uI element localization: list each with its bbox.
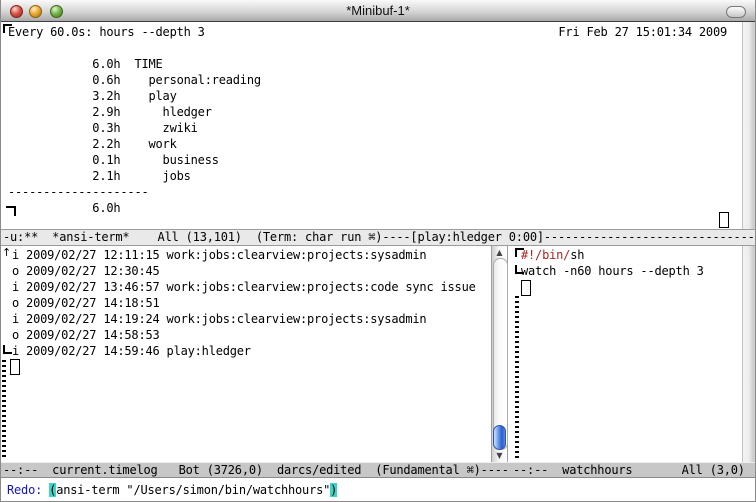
report-total-line: 6.0h [8, 201, 120, 215]
scrollbar-thumb[interactable] [493, 425, 506, 450]
script-scrollbar-track[interactable] [742, 246, 756, 462]
shebang-path: #!/bin/ [521, 248, 570, 262]
scroll-up-icon[interactable]: ▲ [492, 247, 507, 258]
scrollbar-track[interactable] [493, 258, 508, 450]
timelog-scrollbar[interactable]: ▲ ▼ [491, 246, 508, 462]
buffer-bottom-angle-icon [3, 345, 12, 354]
close-paren-highlight: ) [330, 483, 337, 497]
report-line: 0.3h zwiki [8, 121, 198, 135]
report-line: 0.1h business [8, 153, 219, 167]
report-line: 0.6h personal:reading [8, 73, 261, 87]
scroll-down-icon[interactable]: ▼ [492, 450, 507, 461]
timelog-entries: i 2009/02/27 12:11:15 work:jobs:clearvie… [12, 247, 476, 359]
buffer-continues-up-icon: ↑ [2, 247, 11, 259]
report-line: 2.1h jobs [8, 169, 191, 183]
emacs-frame: *Minibuf-1* Every 60.0s: hours --depth 3… [0, 0, 756, 502]
timelog-entry: o 2009/02/27 14:58:53 [12, 328, 160, 342]
shebang-interpreter: sh [570, 248, 584, 262]
report-separator-line: -------------------- [8, 185, 149, 199]
watch-header-date: Fri Feb 27 15:01:34 2009 [558, 24, 727, 40]
report-line: 2.2h work [8, 137, 177, 151]
timelog-entry: o 2009/02/27 12:30:45 [12, 264, 160, 278]
toolbar-toggle-icon[interactable] [726, 6, 746, 18]
ansi-term-pane[interactable]: Every 60.0s: hours --depth 3 Fri Feb 27 … [1, 22, 756, 229]
report-line: 2.9h hledger [8, 105, 212, 119]
minibuffer[interactable]: Redo: (ansi-term "/Users/simon/bin/watch… [1, 478, 756, 502]
script-cursor [521, 280, 531, 296]
timelog-pane[interactable]: ↑ i 2009/02/27 12:11:15 work:jobs:clearv… [1, 246, 491, 462]
hours-report: 6.0h TIME 0.6h personal:reading 3.2h pla… [8, 56, 261, 216]
empty-lines-indicator [2, 360, 6, 460]
timelog-cursor [10, 359, 20, 375]
terminal-cursor [719, 212, 729, 228]
modeline-watchhours[interactable]: --:-- watchhours All (3,0) [511, 462, 756, 478]
modeline-ansi-term[interactable]: -u:** *ansi-term* All (13,101) (Term: ch… [1, 229, 756, 246]
minibuffer-command: ansi-term "/Users/simon/bin/watchhours" [56, 483, 330, 497]
report-line: 3.2h play [8, 89, 177, 103]
timelog-entry: i 2009/02/27 13:46:57 work:jobs:clearvie… [12, 280, 476, 294]
window-title: *Minibuf-1* [1, 3, 755, 18]
script-pane[interactable]: #!/bin/sh watch -n60 hours --depth 3 [508, 246, 742, 462]
minibuffer-line: Redo: (ansi-term "/Users/simon/bin/watch… [7, 482, 337, 498]
window-titlebar[interactable]: *Minibuf-1* [1, 0, 755, 22]
timelog-entry: o 2009/02/27 14:18:51 [12, 296, 160, 310]
timelog-entry: i 2009/02/27 14:59:46 play:hledger [12, 344, 251, 358]
minibuffer-prompt: Redo: [7, 483, 49, 497]
modeline-timelog[interactable]: --:-- current.timelog Bot (3726,0) darcs… [1, 462, 511, 478]
report-line: 6.0h TIME [8, 57, 163, 71]
empty-lines-indicator [515, 296, 519, 460]
timelog-entry: i 2009/02/27 14:19:24 work:jobs:clearvie… [12, 312, 426, 326]
watch-header-left: Every 60.0s: hours --depth 3 [8, 24, 205, 40]
watch-command-line: watch -n60 hours --depth 3 [521, 263, 704, 279]
term-scrollbar-track[interactable] [742, 22, 756, 229]
timelog-entry: i 2009/02/27 12:11:15 work:jobs:clearvie… [12, 248, 426, 262]
buffer-bottom-angle-icon [6, 206, 16, 216]
shebang-line: #!/bin/sh [521, 247, 584, 263]
